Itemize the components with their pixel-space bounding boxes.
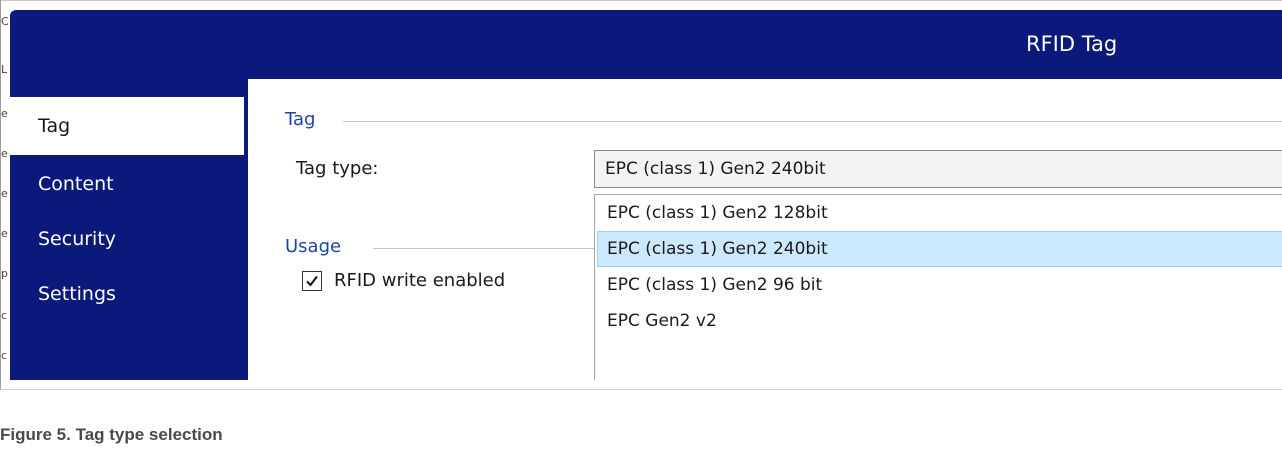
- edge-glyph: c: [1, 349, 8, 362]
- usage-group-title: Usage: [285, 236, 342, 257]
- sidebar-item-tag[interactable]: Tag: [10, 97, 244, 155]
- rfid-tag-dialog: RFID Tag Tag Content Security Settings T…: [10, 10, 1282, 380]
- tag-type-option-highlighted[interactable]: EPC (class 1) Gen2 240bit: [597, 231, 1282, 267]
- sidebar-item-label: Tag: [38, 115, 71, 137]
- sidebar-item-label: Security: [38, 228, 117, 250]
- tag-type-selected-value: EPC (class 1) Gen2 240bit: [605, 159, 826, 179]
- sidebar-nav: Tag Content Security Settings: [10, 79, 248, 380]
- dialog-title: RFID Tag: [1026, 32, 1118, 56]
- tag-group-title: Tag: [285, 109, 316, 130]
- tag-type-option[interactable]: EPC (class 1) Gen2 96 bit: [597, 267, 1282, 303]
- tag-type-dropdown-list: EPC (class 1) Gen2 128bit EPC (class 1) …: [594, 194, 1282, 380]
- option-label: EPC (class 1) Gen2 128bit: [607, 203, 828, 223]
- check-mark-icon: [306, 275, 318, 287]
- figure-caption: Figure 5. Tag type selection: [0, 425, 223, 444]
- edge-glyph: e: [1, 147, 8, 160]
- sidebar-item-settings[interactable]: Settings: [10, 265, 248, 323]
- tag-type-option[interactable]: EPC Gen2 v2: [597, 303, 1282, 339]
- edge-glyph: e: [1, 227, 8, 240]
- edge-glyph: L: [1, 63, 8, 76]
- dialog-titlebar[interactable]: RFID Tag: [10, 10, 1282, 79]
- screenshot-bottom-border: [0, 389, 1282, 390]
- edge-glyph: e: [1, 107, 8, 120]
- sidebar-item-label: Content: [38, 173, 114, 195]
- option-label: EPC (class 1) Gen2 96 bit: [607, 275, 823, 295]
- option-label: EPC (class 1) Gen2 240bit: [607, 239, 828, 259]
- tag-type-option[interactable]: EPC (class 1) Gen2 128bit: [597, 195, 1282, 231]
- usage-group-divider: [373, 248, 594, 249]
- edge-glyph: e: [1, 187, 8, 200]
- edge-glyph: C: [1, 15, 9, 28]
- sidebar-item-security[interactable]: Security: [10, 210, 248, 268]
- edge-glyph: c: [1, 309, 8, 322]
- sidebar-item-content[interactable]: Content: [10, 155, 248, 213]
- tag-settings-panel: Tag Tag type: EPC (class 1) Gen2 240bit …: [248, 79, 1282, 380]
- sidebar-item-label: Settings: [38, 283, 116, 305]
- rfid-write-label[interactable]: RFID write enabled: [334, 270, 505, 291]
- tag-type-select[interactable]: EPC (class 1) Gen2 240bit: [594, 150, 1282, 188]
- edge-glyph: p: [1, 267, 8, 280]
- option-label: EPC Gen2 v2: [607, 311, 717, 331]
- tag-type-label: Tag type:: [296, 158, 379, 179]
- tag-group-divider: [343, 121, 1282, 122]
- screenshot-top-border: [0, 0, 1282, 1]
- rfid-write-checkbox[interactable]: [302, 271, 322, 291]
